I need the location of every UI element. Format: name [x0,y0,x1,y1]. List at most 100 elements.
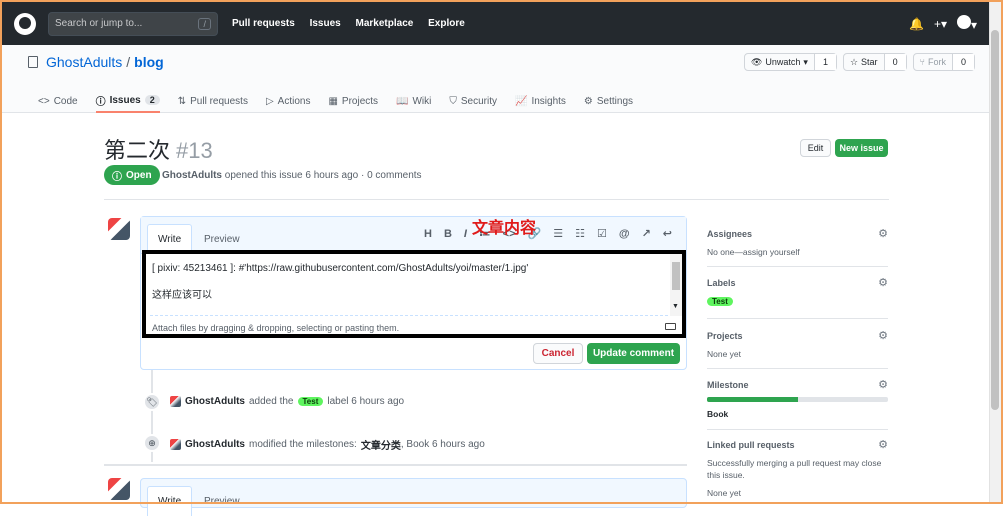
scroll-down-arrow-icon[interactable]: ▼ [672,303,679,310]
issue-meta: GhostAdults opened this issue 6 hours ag… [162,170,422,181]
comment-text[interactable]: [ pixiv: 45213461 ]: #'https://raw.githu… [150,258,668,316]
timeline-event-label: GhostAdults added the Test label 6 hours… [170,396,404,407]
event-user-link[interactable]: GhostAdults [185,396,245,407]
repo-nav: <> Code ⓘ Issues 2 ⇅ Pull requests ▷ Actions … [38,89,633,113]
github-logo-icon[interactable] [14,12,36,35]
gear-icon[interactable]: ⚙ [878,227,888,240]
ordered-list-icon[interactable]: ☷ [575,227,585,240]
tab-code[interactable]: <> Code [38,89,78,113]
fork-label: Fork [927,57,946,67]
reply-icon[interactable]: ↩ [663,227,672,240]
heading-icon[interactable]: H [424,228,432,240]
tab-security[interactable]: ⛉ Security [449,89,497,113]
repo-actions: 👁 Unwatch ▾ 1 ☆ Star 0 ⑂ Fork 0 [743,53,975,71]
gear-icon[interactable]: ⚙ [878,329,888,342]
new-issue-button[interactable]: New issue [835,139,888,157]
issue-author-link[interactable]: GhostAdults [162,170,222,181]
italic-icon[interactable]: I [464,228,467,240]
task-list-icon[interactable]: ☑ [597,227,607,240]
nav-issues[interactable]: Issues [310,18,341,29]
global-header: Search or jump to... / Pull requests Iss… [2,2,989,45]
issues-counter: 2 [144,95,160,105]
star-icon: ☆ [849,56,859,67]
milestone-title[interactable]: Milestone [707,380,749,390]
tab-wiki[interactable]: 📖 Wiki [396,89,431,113]
tab-insights[interactable]: 📈 Insights [515,89,566,113]
tab-insights-label: Insights [531,95,566,107]
label-test-badge[interactable]: Test [297,397,324,406]
tab-preview[interactable]: Preview [194,486,250,516]
unwatch-label: Unwatch [765,57,801,67]
comment-textarea[interactable]: [ pixiv: 45213461 ]: #'https://raw.githu… [142,250,686,338]
unwatch-button[interactable]: 👁 Unwatch ▾ [745,54,814,70]
textarea-scroll-thumb[interactable] [672,262,680,290]
sidebar-projects: Projects ⚙ None yet [707,329,888,369]
page-scrollbar-thumb[interactable] [991,30,999,410]
star-label: Star [861,57,878,67]
watch-count[interactable]: 1 [813,54,836,70]
repo-name-link[interactable]: blog [134,54,164,70]
labels-title[interactable]: Labels [707,278,736,288]
tab-pull-requests-label: Pull requests [190,95,248,107]
book-icon: 📖 [396,95,409,107]
gear-icon[interactable]: ⚙ [878,276,888,289]
nav-explore[interactable]: Explore [428,18,465,29]
header-divider [104,199,889,200]
nav-marketplace[interactable]: Marketplace [356,18,414,29]
cancel-button[interactable]: Cancel [533,343,583,364]
user-avatar-dropdown[interactable]: ▾ [956,15,977,32]
search-placeholder: Search or jump to... [55,18,143,29]
nav-pull-requests[interactable]: Pull requests [232,18,295,29]
shield-icon: ⛉ [449,95,457,107]
fork-count[interactable]: 0 [951,54,974,70]
fork-button[interactable]: ⑂ Fork [914,54,952,70]
assignees-value[interactable]: No one—assign yourself [707,246,888,258]
gear-icon[interactable]: ⚙ [878,438,888,451]
editor-header: Write Preview H B I ≔ <> 🔗 ☰ ☷ ☑ @ ↗ ↩ [141,217,686,254]
repo-owner-link[interactable]: GhostAdults [46,54,122,70]
edit-button[interactable]: Edit [800,139,831,157]
event-user-link[interactable]: GhostAdults [185,439,245,450]
tab-issues-label: Issues [109,94,141,106]
star-button[interactable]: ☆ Star [844,54,884,70]
reference-icon[interactable]: ↗ [642,227,651,240]
textarea-scrollbar[interactable]: ▼ [670,254,682,316]
bold-icon[interactable]: B [444,228,452,240]
graph-icon: 📈 [515,95,528,107]
update-comment-button[interactable]: Update comment [587,343,680,364]
tab-write[interactable]: Write [147,486,193,516]
projects-title[interactable]: Projects [707,331,743,341]
attach-hint[interactable]: Attach files by dragging & dropping, sel… [152,323,399,333]
avatar-icon [956,15,971,29]
gear-icon[interactable]: ⚙ [878,378,888,391]
star-count[interactable]: 0 [883,54,906,70]
assignees-title[interactable]: Assignees [707,229,752,239]
avatar[interactable] [108,218,130,240]
tab-issues[interactable]: ⓘ Issues 2 [95,89,160,113]
tab-pull-requests[interactable]: ⇅ Pull requests [178,89,248,113]
unordered-list-icon[interactable]: ☰ [553,227,563,240]
tab-settings[interactable]: ⚙ Settings [584,89,633,113]
bell-icon[interactable]: 🔔 [909,17,924,31]
status-badge: ⓘ Open [104,165,160,185]
play-icon: ▷ [265,95,274,107]
sidebar-linked-prs: Linked pull requests ⚙ Successfully mergi… [707,438,888,508]
event-time: , Book 6 hours ago [400,439,485,450]
label-test-badge[interactable]: Test [707,297,733,306]
avatar[interactable] [170,396,181,407]
tab-actions[interactable]: ▷ Actions [266,89,311,113]
plus-dropdown-icon[interactable]: +▾ [934,17,947,31]
linked-prs-value: None yet [707,488,742,498]
tab-projects[interactable]: ▦ Projects [328,89,378,113]
mention-icon[interactable]: @ [619,228,630,240]
chevron-down-icon: ▾ [803,56,808,67]
pull-request-icon: ⇅ [177,95,187,107]
milestone-value[interactable]: Book [707,409,728,419]
avatar[interactable] [170,439,181,450]
repo-separator: / [126,54,131,70]
avatar[interactable] [108,478,130,500]
milestone-progress-bar [707,397,888,402]
linked-prs-title[interactable]: Linked pull requests [707,440,795,450]
timeline-event-milestone: GhostAdults modified the milestones: 文章分… [170,437,485,452]
search-input[interactable]: Search or jump to... / [48,11,218,36]
